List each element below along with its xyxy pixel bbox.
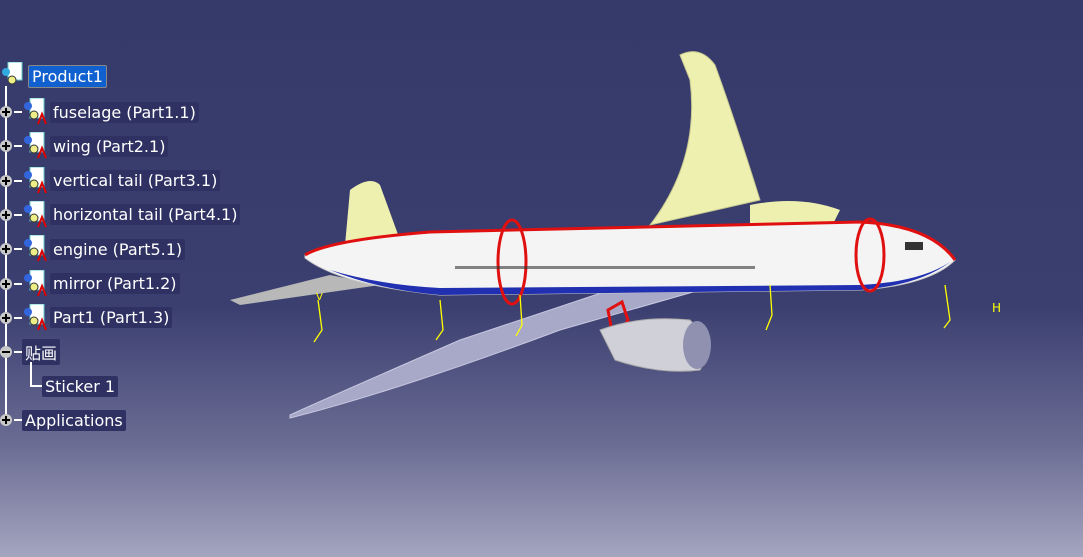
tree-branch [14,111,22,113]
tree-label-sticker-1[interactable]: Sticker 1 [42,375,119,397]
tree-node-stickers[interactable]: 贴画 [0,339,61,365]
expand-icon[interactable] [0,174,12,187]
collapse-icon[interactable] [0,346,12,358]
product-icon [0,61,26,90]
tree-label-part[interactable]: fuselage (Part1.1) [50,101,199,123]
tree-label-part[interactable]: Part1 (Part1.3) [50,307,173,329]
axis-label-h: H [992,301,1001,315]
tree-label-stickers[interactable]: 贴画 [22,339,61,365]
expand-icon[interactable] [0,277,12,290]
tree-branch [14,145,22,148]
part-icon [22,269,48,298]
part-icon [22,166,48,195]
expand-icon[interactable] [0,208,12,221]
expand-icon[interactable] [0,414,12,426]
expand-icon[interactable] [0,311,12,324]
tree-node-part[interactable]: horizontal tail (Part4.1) [0,200,241,229]
tree-node-part[interactable]: Part1 (Part1.3) [0,303,173,332]
expand-icon[interactable] [0,140,12,153]
part-icon [22,303,48,332]
tree-branch [14,282,22,285]
tree-node-applications[interactable]: Applications [0,408,126,432]
part-icon [22,200,48,229]
tree-label-part[interactable]: horizontal tail (Part4.1) [50,204,241,226]
expand-icon[interactable] [0,243,12,256]
airplane-model: V H [230,51,1001,419]
tree-node-part[interactable]: mirror (Part1.2) [0,269,180,298]
tree-node-part[interactable]: wing (Part2.1) [0,131,169,160]
specification-tree: Product1 fuselage (Part1.1) wing (Part2.1… [0,0,260,440]
part-icon [22,131,48,160]
tree-branch [14,179,22,182]
tree-branch [14,248,22,251]
axis-label-v: V [316,292,323,303]
part-icon [22,97,48,126]
tree-label-applications[interactable]: Applications [22,409,126,431]
tree-label-part[interactable]: wing (Part2.1) [50,135,169,157]
tree-label-part[interactable]: engine (Part5.1) [50,238,186,260]
vertical-tail [648,51,761,226]
tree-node-part[interactable]: vertical tail (Part3.1) [0,166,221,195]
expand-icon[interactable] [0,106,12,118]
part-icon [22,234,48,263]
tree-branch [14,213,22,216]
tree-root[interactable]: Product1 [0,61,107,90]
tree-node-part[interactable]: fuselage (Part1.1) [0,97,199,126]
tree-node-sticker-1[interactable]: Sticker 1 [42,374,119,398]
tree-label-part[interactable]: mirror (Part1.2) [50,273,180,294]
tree-node-part[interactable]: engine (Part5.1) [0,234,186,263]
tree-branch [14,316,22,319]
tree-label-part[interactable]: vertical tail (Part3.1) [50,170,221,192]
tree-label-product1[interactable]: Product1 [28,64,107,88]
